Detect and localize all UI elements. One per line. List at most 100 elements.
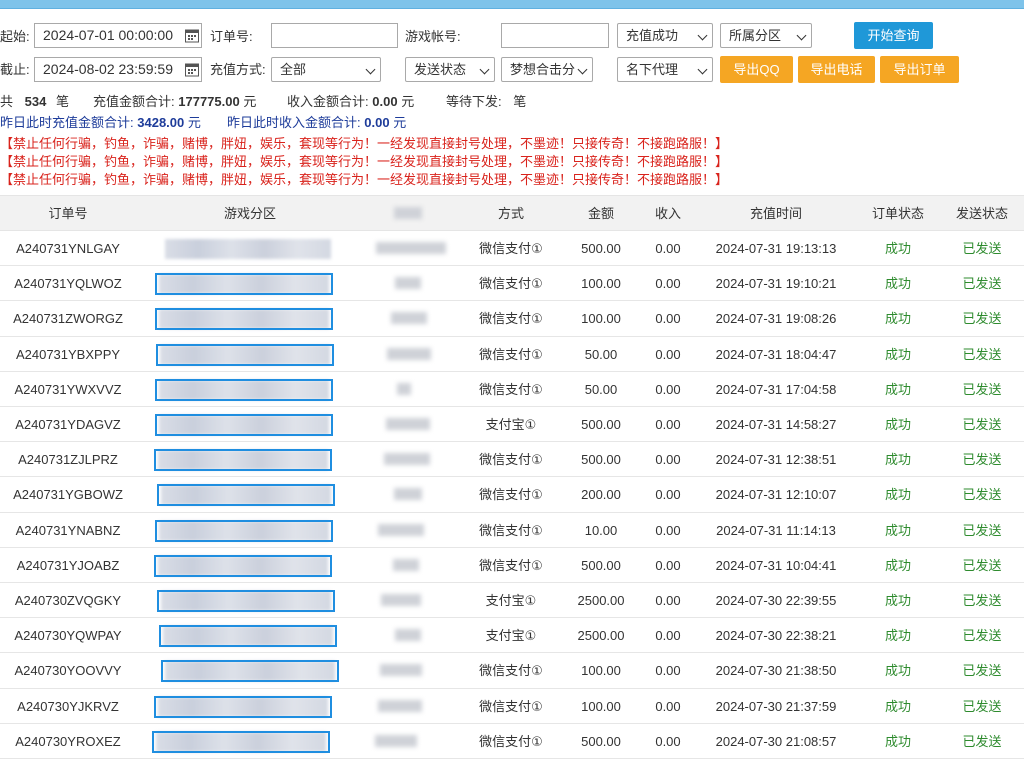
recharge-time: 2024-07-30 21:38:50 xyxy=(715,663,837,679)
recharge-time: 2024-07-31 10:04:41 xyxy=(715,557,837,573)
filter-bar: 起始: 2024-07-01 00:00:00 订单号: 游戏帐号: 充值成功 … xyxy=(0,9,1024,93)
agent-select[interactable]: 名下代理 xyxy=(617,57,713,82)
send-status-value: 发送状态 xyxy=(414,62,467,77)
income: 0.00 xyxy=(655,593,681,608)
order-number: A240731YJOABZ xyxy=(16,557,120,573)
recharge-time: 2024-07-31 19:10:21 xyxy=(715,276,837,292)
blurred-account xyxy=(381,594,421,606)
recharge-status-select[interactable]: 充值成功 xyxy=(617,23,713,48)
order-number: A240731ZWORGZ xyxy=(13,311,123,327)
table-row[interactable]: A240731YNABNZ 微信支付① 10.00 0.00 2024-07-31 11… xyxy=(0,513,1024,548)
recharge-total: 177775.00 xyxy=(178,94,240,109)
blurred-account xyxy=(393,558,419,571)
table-row[interactable]: A240731ZWORGZ 微信支付① 100.00 0.00 2024-07-31 1… xyxy=(0,301,1024,337)
recharge-time: 2024-07-31 19:08:26 xyxy=(715,311,837,327)
start-date-input[interactable]: 2024-07-01 00:00:00 xyxy=(34,23,202,48)
send-status: 已发送 xyxy=(962,417,1002,432)
pending-unit: 笔 xyxy=(513,94,527,109)
income: 0.00 xyxy=(655,276,681,292)
recharge-unit: 元 xyxy=(243,94,257,109)
query-button[interactable]: 开始查询 xyxy=(854,22,933,49)
order-number: A240731YNLGAY xyxy=(16,241,120,256)
payment-method: 微信支付① xyxy=(479,452,543,468)
table-row[interactable]: A240731YJOABZ 微信支付① 500.00 0.00 2024-07-31 1… xyxy=(0,548,1024,583)
account-input[interactable] xyxy=(501,23,609,48)
table-row[interactable]: A240730ZVQGKY 支付宝① 2500.00 0.00 2024-07-30 2… xyxy=(0,583,1024,619)
send-status: 已发送 xyxy=(962,698,1002,714)
amount: 10.00 xyxy=(584,522,618,538)
recharge-time: 2024-07-30 21:37:59 xyxy=(715,698,837,714)
order-input[interactable] xyxy=(271,23,398,48)
highlight-box xyxy=(155,519,333,542)
send-status: 已发送 xyxy=(962,557,1002,573)
table-row[interactable]: A240731YQLWOZ 微信支付① 100.00 0.00 2024-07-31 1… xyxy=(0,266,1024,302)
highlight-box xyxy=(155,308,333,331)
table-row[interactable]: A240731YDAGVZ 支付宝① 500.00 0.00 2024-07-31 14… xyxy=(0,407,1024,443)
recharge-time: 2024-07-30 22:39:55 xyxy=(715,593,837,608)
table-row[interactable]: A240730YJKRVZ 微信支付① 100.00 0.00 2024-07-30 2… xyxy=(0,689,1024,724)
calendar-icon[interactable] xyxy=(185,62,199,77)
pending-label: 等待下发: xyxy=(446,94,502,109)
send-status: 已发送 xyxy=(962,663,1002,679)
highlight-box xyxy=(152,730,330,753)
table-row[interactable]: A240730YROXEZ 微信支付① 500.00 0.00 2024-07-30 2… xyxy=(0,724,1024,759)
highlight-box xyxy=(154,554,332,577)
order-number: A240731YBXPPY xyxy=(15,346,121,362)
income: 0.00 xyxy=(655,241,681,256)
chevron-down-icon xyxy=(796,30,807,41)
header-order: 订单号 xyxy=(48,206,88,221)
table-row[interactable]: A240731YWXVVZ 微信支付① 50.00 0.00 2024-07-31 17… xyxy=(0,372,1024,407)
header-blurred xyxy=(360,196,455,232)
yesterday-recharge-label: 昨日此时充值金额合计: xyxy=(0,115,134,130)
table-row[interactable]: A240730YQWPAY 支付宝① 2500.00 0.00 2024-07-30 2… xyxy=(0,618,1024,654)
amount: 50.00 xyxy=(584,381,618,397)
chevron-down-icon xyxy=(697,64,708,75)
table-row[interactable]: A240730YOOVVY 微信支付① 100.00 0.00 2024-07-30 2… xyxy=(0,653,1024,689)
yesterday-income-unit: 元 xyxy=(393,115,407,130)
table-row[interactable]: A240731YGBOWZ 微信支付① 200.00 0.00 2024-07-31 1… xyxy=(0,477,1024,513)
zone-select[interactable]: 所属分区 xyxy=(720,23,812,48)
income: 0.00 xyxy=(655,487,681,503)
amount: 500.00 xyxy=(581,241,621,256)
order-status: 成功 xyxy=(884,241,911,256)
server-select[interactable]: 梦想合击分 xyxy=(501,57,593,82)
income: 0.00 xyxy=(655,346,681,362)
amount: 500.00 xyxy=(581,557,621,573)
start-label: 起始: xyxy=(0,29,30,44)
warning-notice: 【禁止任何行骗，钓鱼，诈骗，赌博，胖妞，娱乐，套现等行为！一经发现直接封号处理，… xyxy=(0,154,729,169)
calendar-icon[interactable] xyxy=(185,28,199,43)
blurred-account xyxy=(386,418,430,430)
start-date-value: 2024-07-01 00:00:00 xyxy=(43,27,173,43)
amount: 100.00 xyxy=(581,663,621,679)
payment-method: 微信支付① xyxy=(479,522,543,538)
blurred-account xyxy=(397,382,411,395)
order-number: A240731YWXVVZ xyxy=(14,381,122,397)
end-date-input[interactable]: 2024-08-02 23:59:59 xyxy=(34,57,202,82)
send-status: 已发送 xyxy=(962,346,1002,362)
export-qq-button[interactable]: 导出QQ xyxy=(720,56,793,83)
income: 0.00 xyxy=(655,381,681,397)
table-row[interactable]: A240731YNLGAY 微信支付① 500.00 0.00 2024-07-31 1… xyxy=(0,231,1024,267)
export-order-button[interactable]: 导出订单 xyxy=(880,56,959,83)
send-status: 已发送 xyxy=(962,311,1002,327)
recharge-time: 2024-07-30 21:08:57 xyxy=(715,733,837,749)
payment-method: 微信支付① xyxy=(479,241,543,256)
amount: 500.00 xyxy=(581,452,621,468)
method-select[interactable]: 全部 xyxy=(271,57,381,82)
income: 0.00 xyxy=(655,628,681,644)
table-row[interactable]: A240731ZJLPRZ 微信支付① 500.00 0.00 2024-07-31 1… xyxy=(0,442,1024,478)
order-number: A240731YNABNZ xyxy=(15,522,121,538)
order-status: 成功 xyxy=(884,628,911,644)
blurred-account xyxy=(395,277,421,290)
blurred-account xyxy=(391,312,427,325)
blurred-account xyxy=(376,242,446,254)
blurred-account xyxy=(375,734,417,747)
export-phone-button[interactable]: 导出电话 xyxy=(798,56,875,83)
send-status-select[interactable]: 发送状态 xyxy=(405,57,495,82)
table-row[interactable]: A240731YBXPPY 微信支付① 50.00 0.00 2024-07-31 18… xyxy=(0,337,1024,372)
income: 0.00 xyxy=(655,557,681,573)
payment-method: 微信支付① xyxy=(479,346,543,362)
amount: 500.00 xyxy=(581,417,621,432)
order-number: A240730YOOVVY xyxy=(14,663,122,679)
order-number: A240731YQLWOZ xyxy=(14,276,122,292)
